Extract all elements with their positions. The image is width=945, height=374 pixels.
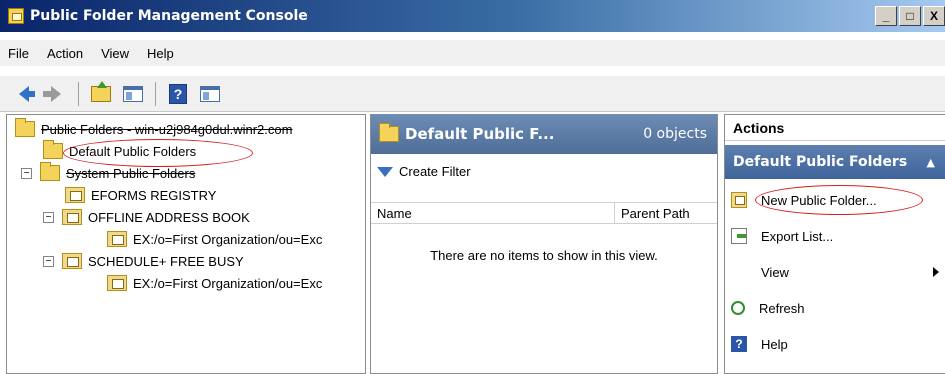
back-arrow-icon <box>19 85 35 102</box>
action-label: View <box>761 264 789 280</box>
folder-icon <box>43 140 63 159</box>
tree-pane: Public Folders - win-u2j984g0dul.winr2.c… <box>6 114 366 374</box>
submenu-arrow-icon <box>933 267 939 277</box>
create-filter-button[interactable]: Create Filter <box>377 164 471 179</box>
result-header: Default Public F... 0 objects <box>371 114 717 154</box>
show-hide-action-pane-icon <box>200 85 220 102</box>
close-button[interactable]: X <box>923 6 945 26</box>
folder-icon <box>40 162 60 181</box>
tree-node-label: SCHEDULE+ FREE BUSY <box>88 253 244 269</box>
public-folder-icon <box>62 209 82 225</box>
tree-node-root[interactable]: Public Folders - win-u2j984g0dul.winr2.c… <box>15 118 293 139</box>
view-spacer <box>731 264 747 280</box>
create-filter-label: Create Filter <box>399 164 471 179</box>
tree-node-label: OFFLINE ADDRESS BOOK <box>88 209 250 225</box>
action-label: Export List... <box>761 228 834 244</box>
new-public-folder-icon <box>731 192 747 208</box>
maximize-button[interactable]: □ <box>899 6 921 26</box>
tree-node-oab-child[interactable]: EX:/o=First Organization/ou=Exc <box>107 229 322 249</box>
public-folder-icon <box>107 231 127 247</box>
tree-node-label: EFORMS REGISTRY <box>91 187 217 203</box>
empty-list-message: There are no items to show in this view. <box>430 248 658 263</box>
menu-bar: File Action View Help <box>0 40 945 66</box>
folder-icon <box>15 118 35 137</box>
collapse-toggle[interactable]: − <box>21 167 32 179</box>
tree-node-schedule-free-busy[interactable]: − SCHEDULE+ FREE BUSY <box>43 251 244 271</box>
action-view[interactable]: View <box>725 259 945 285</box>
collapse-toggle[interactable]: − <box>43 255 54 267</box>
collapse-toggle[interactable]: − <box>43 211 54 223</box>
folder-icon <box>379 123 399 142</box>
tree-node-eforms-registry[interactable]: EFORMS REGISTRY <box>65 185 216 205</box>
collapse-caret-icon: ▲ <box>926 155 935 169</box>
show-hide-tree-icon <box>123 85 143 102</box>
action-export-list[interactable]: Export List... <box>725 223 945 249</box>
action-refresh[interactable]: Refresh <box>725 295 945 321</box>
window-title: Public Folder Management Console <box>30 8 308 24</box>
column-header-name[interactable]: Name <box>371 203 615 223</box>
menu-view[interactable]: View <box>101 46 129 61</box>
help-button[interactable]: ? <box>166 82 190 106</box>
up-folder-icon <box>91 80 111 102</box>
filter-icon <box>377 166 393 177</box>
tree-node-label: EX:/o=First Organization/ou=Exc <box>133 231 323 247</box>
action-label: Help <box>761 336 788 352</box>
tree-node-offline-address-book[interactable]: − OFFLINE ADDRESS BOOK <box>43 207 250 227</box>
forward-arrow-icon <box>43 85 61 102</box>
tree-node-label: EX:/o=First Organization/ou=Exc <box>133 275 323 291</box>
object-count: 0 objects <box>643 126 707 142</box>
tree-node-schedule-child[interactable]: EX:/o=First Organization/ou=Exc <box>107 273 322 293</box>
menu-file[interactable]: File <box>8 46 29 61</box>
tree-node-system-public-folders[interactable]: − System Public Folders <box>21 162 196 183</box>
refresh-icon <box>731 301 745 315</box>
up-level-button[interactable] <box>89 80 113 106</box>
toolbar-separator <box>78 81 79 106</box>
actions-header: Actions <box>725 115 945 141</box>
result-title: Default Public F... <box>405 125 555 143</box>
tree-node-label: System Public Folders <box>66 165 196 181</box>
action-help[interactable]: ? Help <box>725 331 945 357</box>
column-headers: Name Parent Path <box>371 202 717 224</box>
back-button[interactable] <box>12 82 36 106</box>
public-folder-icon <box>62 253 82 269</box>
forward-button[interactable] <box>43 82 68 106</box>
action-new-public-folder[interactable]: New Public Folder... <box>725 187 945 213</box>
show-hide-action-pane-button[interactable] <box>198 82 222 106</box>
toolbar: ? <box>0 76 945 112</box>
help-icon: ? <box>731 336 747 352</box>
action-label: New Public Folder... <box>761 192 877 208</box>
public-folder-icon <box>107 275 127 291</box>
menu-action[interactable]: Action <box>47 46 83 61</box>
actions-pane: Actions Default Public Folders ▲ New Pub… <box>724 114 945 374</box>
action-label: Refresh <box>759 300 805 316</box>
column-header-parent-path[interactable]: Parent Path <box>615 203 717 223</box>
title-bar: Public Folder Management Console _ □ X <box>0 0 945 32</box>
tree-node-default-public-folders[interactable]: Default Public Folders <box>43 140 197 161</box>
actions-section-label: Default Public Folders <box>733 154 908 170</box>
help-icon: ? <box>169 83 187 104</box>
actions-section-header[interactable]: Default Public Folders ▲ <box>725 145 945 179</box>
minimize-button[interactable]: _ <box>875 6 897 26</box>
show-hide-tree-button[interactable] <box>121 82 145 106</box>
public-folder-icon <box>65 187 85 203</box>
tree-node-label: Public Folders - win-u2j984g0dul.winr2.c… <box>41 121 293 137</box>
export-list-icon <box>731 228 747 244</box>
menu-help[interactable]: Help <box>147 46 174 61</box>
result-pane: Default Public F... 0 objects Create Fil… <box>370 114 718 374</box>
tree-node-label: Default Public Folders <box>69 143 197 159</box>
toolbar-separator <box>155 81 156 106</box>
window-controls: _ □ X <box>875 6 945 26</box>
app-icon <box>8 8 24 24</box>
